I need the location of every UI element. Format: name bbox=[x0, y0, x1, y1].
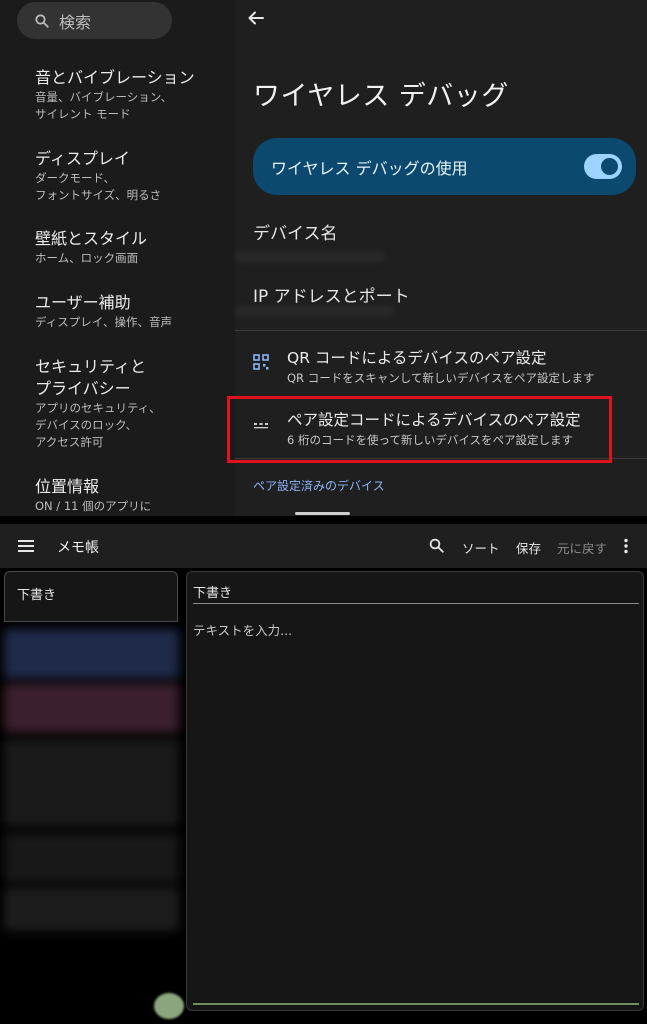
ip-address-value-redacted bbox=[235, 306, 395, 316]
nav-item-sound[interactable]: 音とバイブレーション 音量、バイブレーション、 サイレント モード bbox=[35, 67, 225, 123]
nav-item-subtitle: ホーム、ロック画面 bbox=[35, 251, 139, 265]
memo-list-item-redacted[interactable] bbox=[4, 629, 179, 679]
nav-item-subtitle: フォントサイズ、明るさ bbox=[35, 188, 162, 202]
device-name-value-redacted bbox=[235, 252, 385, 262]
device-name-label: デバイス名 bbox=[253, 224, 338, 244]
nav-item-title: 音とバイブレーション bbox=[35, 68, 195, 87]
search-icon[interactable] bbox=[429, 538, 444, 553]
nav-item-title: ディスプレイ bbox=[35, 149, 130, 168]
app-title: メモ帳 bbox=[57, 540, 99, 556]
memo-body-placeholder[interactable]: テキストを入力... bbox=[193, 620, 292, 639]
settings-search-bar[interactable]: 検索 bbox=[17, 2, 172, 39]
toggle-label: ワイヤレス デバッグの使用 bbox=[271, 158, 468, 178]
memo-editor[interactable]: 下書き テキストを入力... bbox=[186, 571, 644, 1011]
save-button[interactable]: 保存 bbox=[516, 538, 541, 557]
settings-screen: 検索 音とバイブレーション 音量、バイブレーション、 サイレント モード ディス… bbox=[0, 0, 647, 516]
pair-qr-title: QR コードによるデバイスのペア設定 bbox=[287, 349, 547, 367]
nav-item-subtitle: ディスプレイ、操作、音声 bbox=[35, 315, 172, 329]
wireless-debugging-switch[interactable] bbox=[584, 154, 622, 179]
nav-item-security[interactable]: セキュリティと プライバシー アプリのセキュリティ、 デバイスのロック、 アクセ… bbox=[35, 356, 225, 451]
nav-item-accessibility[interactable]: ユーザー補助 ディスプレイ、操作、音声 bbox=[35, 292, 225, 331]
nav-item-subtitle: デバイスのロック、 bbox=[35, 418, 138, 432]
memo-list-item-redacted[interactable] bbox=[4, 833, 179, 883]
wireless-debugging-toggle-card[interactable]: ワイヤレス デバッグの使用 bbox=[253, 138, 636, 195]
app-bar: メモ帳 ソート 保存 元に戻す bbox=[0, 524, 647, 568]
nav-item-display[interactable]: ディスプレイ ダークモード、 フォントサイズ、明るさ bbox=[35, 148, 225, 204]
nav-item-subtitle: アクセス許可 bbox=[35, 435, 104, 449]
sort-button[interactable]: ソート bbox=[462, 538, 500, 557]
ip-address-label: IP アドレスとポート bbox=[253, 287, 410, 307]
nav-item-subtitle: アプリのセキュリティ、 bbox=[35, 401, 161, 415]
pair-with-qr-code-item[interactable]: QR コードによるデバイスのペア設定 QR コードをスキャンして新しいデバイスを… bbox=[235, 340, 647, 398]
nav-item-subtitle: ON / 11 個のアプリに bbox=[35, 499, 152, 513]
nav-item-subtitle: 音量、バイブレーション、 bbox=[35, 90, 173, 104]
switch-knob bbox=[601, 158, 618, 175]
search-icon bbox=[35, 13, 49, 28]
search-placeholder: 検索 bbox=[59, 12, 92, 32]
memo-list-item-redacted[interactable] bbox=[4, 887, 179, 931]
divider bbox=[235, 330, 647, 331]
nav-item-subtitle: ダークモード、 bbox=[35, 171, 116, 185]
qr-code-icon bbox=[253, 354, 269, 370]
editor-focus-underline bbox=[193, 1003, 639, 1005]
nav-item-wallpaper[interactable]: 壁紙とスタイル ホーム、ロック画面 bbox=[35, 228, 225, 267]
pair-qr-subtitle: QR コードをスキャンして新しいデバイスをペア設定します bbox=[287, 371, 595, 385]
memo-list-panel: 下書き bbox=[4, 571, 184, 1024]
nav-item-title: ユーザー補助 bbox=[35, 293, 131, 312]
paired-devices-header: ペア設定済みのデバイス bbox=[253, 479, 385, 493]
page-title: ワイヤレス デバッグ bbox=[253, 81, 509, 112]
hamburger-menu-icon[interactable] bbox=[18, 539, 34, 553]
memo-app: メモ帳 ソート 保存 元に戻す 下書き 下書き テキストを入力... bbox=[0, 524, 647, 1024]
nav-item-title: 位置情報 bbox=[35, 477, 100, 496]
settings-nav-pane: 検索 音とバイブレーション 音量、バイブレーション、 サイレント モード ディス… bbox=[0, 0, 235, 516]
memo-list-item-redacted[interactable] bbox=[4, 739, 179, 827]
memo-title-field[interactable]: 下書き bbox=[193, 582, 639, 604]
nav-item-title: 壁紙とスタイル bbox=[35, 229, 148, 248]
nav-item-title: プライバシー bbox=[35, 379, 131, 398]
more-vert-icon[interactable] bbox=[624, 538, 628, 554]
nav-item-title: セキュリティと bbox=[35, 357, 147, 376]
scroll-indicator bbox=[295, 512, 350, 515]
secondary-fab[interactable] bbox=[154, 993, 184, 1019]
memo-list-item-draft[interactable]: 下書き bbox=[4, 571, 178, 622]
nav-item-subtitle: サイレント モード bbox=[35, 107, 131, 121]
undo-button[interactable]: 元に戻す bbox=[557, 538, 607, 557]
highlight-box bbox=[227, 396, 612, 463]
memo-list-item-redacted[interactable] bbox=[4, 683, 179, 733]
back-arrow-icon[interactable] bbox=[247, 8, 267, 28]
nav-item-location[interactable]: 位置情報 ON / 11 個のアプリに bbox=[35, 476, 225, 515]
